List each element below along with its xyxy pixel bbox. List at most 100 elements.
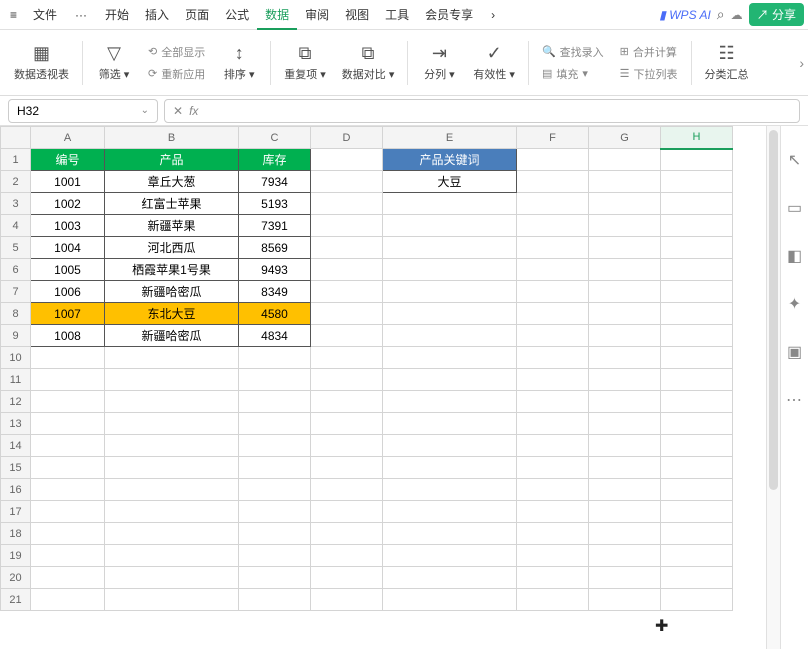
cell-F3[interactable] [517,193,589,215]
cell-G16[interactable] [589,479,661,501]
row-header-5[interactable]: 5 [1,237,31,259]
cell-F5[interactable] [517,237,589,259]
select-all-corner[interactable] [1,127,31,149]
duplicates-button[interactable]: ⧉重复项 ▾ [278,40,332,86]
data-c-8[interactable]: 4834 [239,325,311,347]
cell-D14[interactable] [311,435,383,457]
cell-E13[interactable] [383,413,517,435]
cell-F11[interactable] [517,369,589,391]
data-a-8[interactable]: 1008 [31,325,105,347]
cell-H1[interactable] [661,149,733,171]
cell-E9[interactable] [383,325,517,347]
chevron-down-icon[interactable]: ⌄ [141,105,149,116]
cell-A20[interactable] [31,567,105,589]
data-a-1[interactable]: 1001 [31,171,105,193]
cell-H7[interactable] [661,281,733,303]
cell-F20[interactable] [517,567,589,589]
cloud-sync-icon[interactable]: ☁ [731,8,743,22]
cell-H15[interactable] [661,457,733,479]
data-c-1[interactable]: 7934 [239,171,311,193]
cell-D8[interactable] [311,303,383,325]
cell-G10[interactable] [589,347,661,369]
cell-D7[interactable] [311,281,383,303]
header-keyword[interactable]: 产品关键词 [383,149,517,171]
panel-more-icon[interactable]: ⋯ [786,390,803,410]
header-product[interactable]: 产品 [105,149,239,171]
cell-G11[interactable] [589,369,661,391]
cell-A10[interactable] [31,347,105,369]
dropdown-list-button[interactable]: ☰ 下拉列表 [618,64,680,84]
cell-B19[interactable] [105,545,239,567]
row-header-8[interactable]: 8 [1,303,31,325]
cell-C17[interactable] [239,501,311,523]
spreadsheet-grid[interactable]: ABCDEFGH1编号产品库存产品关键词21001章丘大葱7934大豆31002… [0,126,766,649]
cell-G13[interactable] [589,413,661,435]
cell-E5[interactable] [383,237,517,259]
cell-C12[interactable] [239,391,311,413]
cell-A21[interactable] [31,589,105,611]
row-header-17[interactable]: 17 [1,501,31,523]
cell-B12[interactable] [105,391,239,413]
cell-H3[interactable] [661,193,733,215]
cell-F21[interactable] [517,589,589,611]
subtotal-button[interactable]: ☷分类汇总 [699,40,755,86]
cell-F9[interactable] [517,325,589,347]
vertical-scrollbar[interactable] [766,126,780,649]
cell-B20[interactable] [105,567,239,589]
cell-A11[interactable] [31,369,105,391]
row-header-9[interactable]: 9 [1,325,31,347]
cell-D19[interactable] [311,545,383,567]
cell-D13[interactable] [311,413,383,435]
cell-A13[interactable] [31,413,105,435]
fx-label[interactable]: fx [189,104,198,118]
data-c-3[interactable]: 7391 [239,215,311,237]
cell-F4[interactable] [517,215,589,237]
cell-H6[interactable] [661,259,733,281]
header-id[interactable]: 编号 [31,149,105,171]
validation-button[interactable]: ✓有效性 ▾ [467,40,521,86]
cell-D3[interactable] [311,193,383,215]
cell-E17[interactable] [383,501,517,523]
panel-icon-2[interactable]: ◧ [787,246,802,266]
cell-G14[interactable] [589,435,661,457]
cell-E4[interactable] [383,215,517,237]
cell-C16[interactable] [239,479,311,501]
panel-icon-4[interactable]: ▣ [787,342,802,362]
col-header-E[interactable]: E [383,127,517,149]
cell-E16[interactable] [383,479,517,501]
menu-tab-插入[interactable]: 插入 [137,2,177,28]
text-to-columns-button[interactable]: ⇥分列 ▾ [415,40,463,86]
row-header-21[interactable]: 21 [1,589,31,611]
cell-A15[interactable] [31,457,105,479]
col-header-G[interactable]: G [589,127,661,149]
cell-C21[interactable] [239,589,311,611]
row-header-1[interactable]: 1 [1,149,31,171]
cell-D12[interactable] [311,391,383,413]
reapply-button[interactable]: ⟳ 重新应用 [146,64,207,84]
cell-B11[interactable] [105,369,239,391]
menu-tab-页面[interactable]: 页面 [177,2,217,28]
row-header-3[interactable]: 3 [1,193,31,215]
cell-F14[interactable] [517,435,589,457]
row-header-13[interactable]: 13 [1,413,31,435]
cell-C18[interactable] [239,523,311,545]
cell-G6[interactable] [589,259,661,281]
col-header-F[interactable]: F [517,127,589,149]
data-b-2[interactable]: 红富士苹果 [105,193,239,215]
cell-G5[interactable] [589,237,661,259]
cell-A14[interactable] [31,435,105,457]
lookup-entry-button[interactable]: 🔍 查找录入 [540,42,606,62]
search-icon[interactable]: ⌕ [717,6,725,23]
cell-C10[interactable] [239,347,311,369]
cell-E7[interactable] [383,281,517,303]
cell-A18[interactable] [31,523,105,545]
cell-H19[interactable] [661,545,733,567]
cell-B18[interactable] [105,523,239,545]
menu-nav-right[interactable]: › [483,2,503,28]
cell-D10[interactable] [311,347,383,369]
cell-G7[interactable] [589,281,661,303]
menu-tab-数据[interactable]: 数据 [257,2,297,30]
panel-icon-3[interactable]: ✦ [788,294,801,314]
data-b-5[interactable]: 栖霞苹果1号果 [105,259,239,281]
name-box[interactable]: H32 ⌄ [8,99,158,123]
